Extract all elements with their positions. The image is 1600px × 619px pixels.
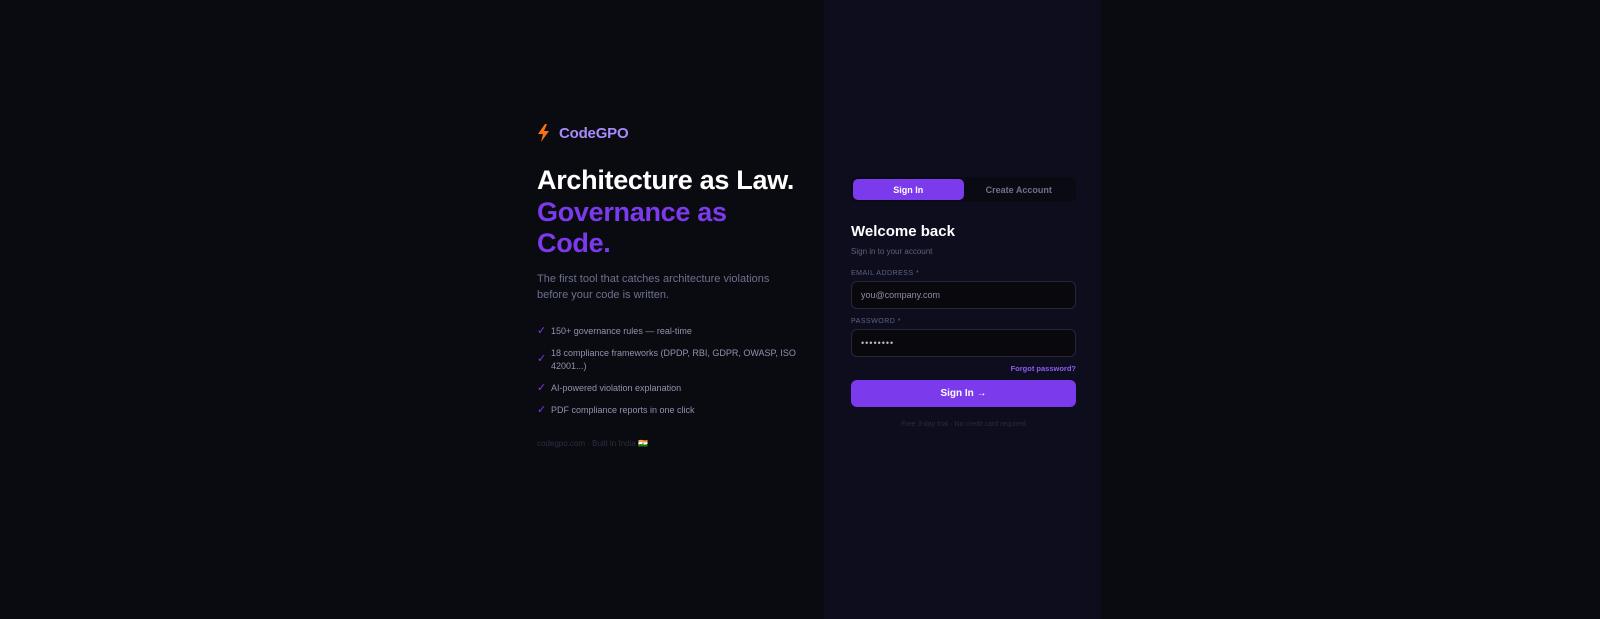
login-page: CodeGPO Architecture as Law. Governance … <box>0 0 1600 619</box>
brand: CodeGPO <box>537 123 797 143</box>
tagline: The first tool that catches architecture… <box>537 272 770 301</box>
password-label: PASSWORD * <box>851 318 901 325</box>
tab-sign-in[interactable]: Sign In <box>853 179 964 200</box>
forgot-password-link[interactable]: Forgot password? <box>851 364 1076 373</box>
password-field[interactable]: •••••••• <box>851 329 1076 357</box>
feature-item: ✓ 18 compliance frameworks (DPDP, RBI, G… <box>537 347 797 373</box>
feature-item: ✓ PDF compliance reports in one click <box>537 404 797 417</box>
feature-item: ✓ 150+ governance rules — real-time <box>537 325 797 338</box>
email-label: EMAIL ADDRESS * <box>851 270 920 277</box>
feature-text: PDF compliance reports in one click <box>551 404 695 415</box>
sign-in-button[interactable]: Sign In → <box>851 380 1076 407</box>
trial-note: Free 3-day trial · No credit card requir… <box>901 421 1026 428</box>
form-title: Welcome back <box>851 223 955 240</box>
brand-name: CodeGPO <box>559 124 629 142</box>
feature-item: ✓ AI-powered violation explanation <box>537 382 797 395</box>
feature-list: ✓ 150+ governance rules — real-time ✓ 18… <box>537 325 797 417</box>
auth-tabs: Sign In Create Account <box>851 177 1076 202</box>
headline-line-1: Architecture as Law. <box>537 165 795 195</box>
check-icon: ✓ <box>537 324 547 337</box>
feature-text: 18 compliance frameworks (DPDP, RBI, GDP… <box>551 347 796 371</box>
check-icon: ✓ <box>537 353 547 365</box>
feature-text: 150+ governance rules — real-time <box>551 325 692 336</box>
feature-text: AI-powered violation explanation <box>551 382 682 393</box>
email-field[interactable]: you@company.com <box>851 281 1076 309</box>
bolt-icon <box>538 124 549 142</box>
form-subtitle: Sign in to your account <box>851 247 933 256</box>
check-icon: ✓ <box>537 381 547 394</box>
check-icon: ✓ <box>537 403 547 416</box>
headline: Architecture as Law. Governance as Code. <box>537 165 797 260</box>
auth-form: Sign In Create Account Welcome back Sign… <box>851 177 1076 428</box>
tab-create-account[interactable]: Create Account <box>964 179 1075 200</box>
hero-section: CodeGPO Architecture as Law. Governance … <box>537 123 797 448</box>
headline-line-2: Governance as Code. <box>537 196 727 259</box>
footer-note: codegpo.com · Built in India 🇮🇳 <box>537 438 648 448</box>
